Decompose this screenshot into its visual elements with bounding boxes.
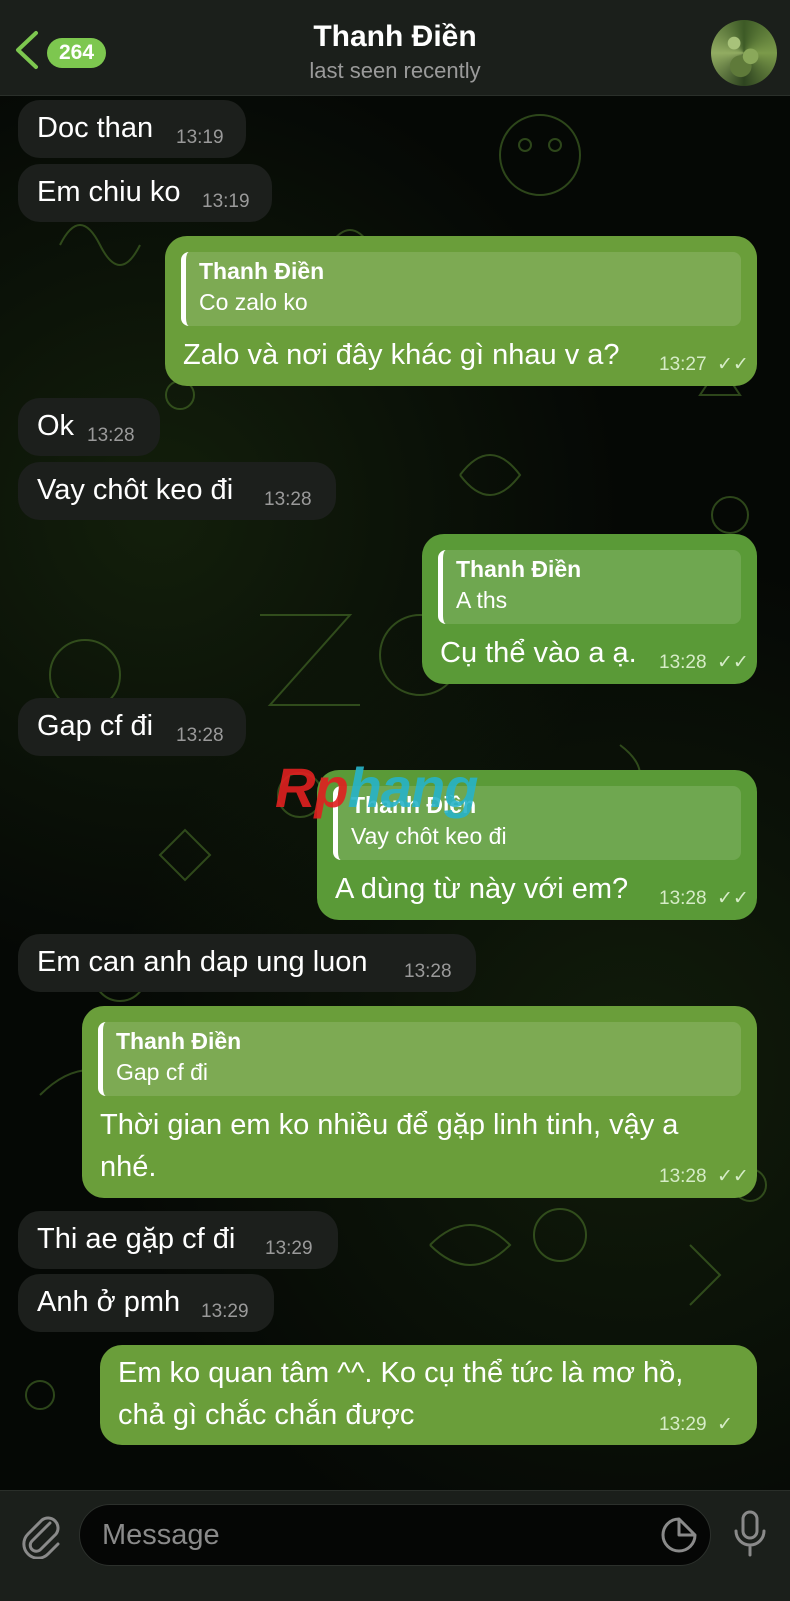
reply-text: Vay chôt keo đi	[351, 823, 507, 849]
message-text: Doc than	[37, 112, 154, 144]
message-text: Em chiu ko	[37, 176, 181, 208]
incoming-message[interactable]: Em can anh dap ung luon 13:28	[18, 934, 476, 992]
message-text: Em can anh dap ung luon	[37, 946, 368, 978]
incoming-message[interactable]: Vay chôt keo đi 13:28	[18, 462, 336, 520]
reply-text: Gap cf đi	[116, 1059, 209, 1085]
reply-preview[interactable]: Thanh Điền Co zalo ko	[181, 252, 741, 326]
message-text-line: chả gì chắc chắn được	[118, 1399, 415, 1431]
outgoing-message[interactable]: Thanh Điền A ths Cụ thể vào a ạ. 13:28 ✓…	[422, 534, 757, 684]
message-time: 13:28	[264, 489, 312, 510]
message-text: Gap cf đi	[37, 710, 154, 742]
message-text: Ok	[37, 410, 75, 442]
reply-text: Co zalo ko	[199, 289, 308, 315]
double-check-icon: ✓✓	[717, 652, 749, 673]
message-time: 13:28	[87, 425, 135, 446]
composer-bar: Message	[0, 1490, 790, 1601]
outgoing-message[interactable]: Thanh Điền Gap cf đi Thời gian em ko nhi…	[82, 1006, 757, 1198]
double-check-icon: ✓✓	[717, 1166, 749, 1187]
message-text-line: nhé.	[100, 1151, 157, 1183]
chat-title[interactable]: Thanh Điền	[0, 20, 790, 54]
message-text: Vay chôt keo đi	[37, 474, 234, 506]
message-text: Thi ae gặp cf đi	[37, 1223, 236, 1255]
message-time: 13:29	[201, 1301, 249, 1322]
message-text-line: Em ko quan tâm ^^. Ko cụ thể tức là mơ h…	[118, 1357, 684, 1389]
contact-avatar[interactable]	[711, 20, 777, 86]
message-time: 13:28	[404, 961, 452, 982]
message-time: 13:29	[659, 1414, 707, 1435]
message-time: 13:28	[659, 888, 707, 909]
reply-preview[interactable]: Thanh Điền A ths	[438, 550, 741, 624]
outgoing-message[interactable]: Thanh Điền Co zalo ko Zalo và nơi đây kh…	[165, 236, 757, 386]
message-input-placeholder: Message	[102, 1519, 220, 1551]
chat-header: 264 Thanh Điền last seen recently	[0, 0, 790, 96]
incoming-message[interactable]: Doc than 13:19	[18, 100, 246, 158]
reply-author: Thanh Điền	[199, 258, 325, 284]
reply-preview[interactable]: Thanh Điền Gap cf đi	[98, 1022, 741, 1096]
sticker-icon	[661, 1517, 697, 1553]
double-check-icon: ✓✓	[717, 354, 749, 375]
single-check-icon: ✓	[717, 1414, 733, 1435]
message-time: 13:19	[202, 191, 250, 212]
double-check-icon: ✓✓	[717, 888, 749, 909]
paperclip-icon	[22, 1516, 60, 1560]
incoming-message[interactable]: Em chiu ko 13:19	[18, 164, 272, 222]
incoming-message[interactable]: Thi ae gặp cf đi 13:29	[18, 1211, 338, 1269]
voice-record-button[interactable]	[732, 1509, 768, 1559]
message-time: 13:28	[659, 652, 707, 673]
reply-author: Thanh Điền	[116, 1028, 242, 1054]
reply-author: Thanh Điền	[456, 556, 582, 582]
sticker-button[interactable]	[660, 1516, 698, 1554]
outgoing-message[interactable]: Em ko quan tâm ^^. Ko cụ thể tức là mơ h…	[100, 1345, 757, 1445]
message-time: 13:29	[265, 1238, 313, 1259]
message-time: 13:27	[659, 354, 707, 375]
message-text-line: Thời gian em ko nhiều để gặp linh tinh, …	[100, 1109, 679, 1141]
message-text: Anh ở pmh	[37, 1286, 181, 1318]
message-input[interactable]: Message	[79, 1504, 711, 1566]
message-time: 13:28	[176, 725, 224, 746]
watermark-logo: Rphang	[275, 756, 478, 819]
attach-button[interactable]	[20, 1513, 62, 1560]
message-time: 13:28	[659, 1166, 707, 1187]
message-time: 13:19	[176, 127, 224, 148]
message-text: Zalo và nơi đây khác gì nhau v a?	[183, 339, 620, 371]
last-seen-status: last seen recently	[309, 58, 481, 83]
message-text: A dùng từ này với em?	[335, 873, 629, 905]
incoming-message[interactable]: Gap cf đi 13:28	[18, 698, 246, 756]
incoming-message[interactable]: Ok 13:28	[18, 398, 160, 456]
message-text: Cụ thể vào a ạ.	[440, 637, 637, 669]
reply-text: A ths	[456, 587, 508, 613]
microphone-icon	[734, 1510, 766, 1557]
incoming-message[interactable]: Anh ở pmh 13:29	[18, 1274, 274, 1332]
